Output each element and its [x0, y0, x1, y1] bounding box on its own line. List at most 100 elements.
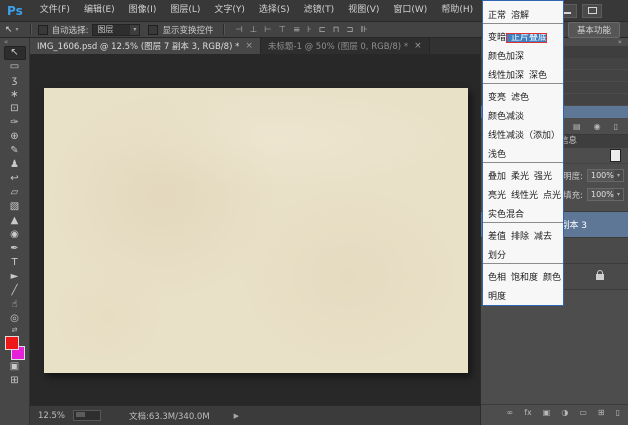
align-icon-4[interactable]: ≡: [293, 25, 300, 35]
menu-item-4[interactable]: 文字(Y): [207, 0, 252, 21]
menu-item-6[interactable]: 滤镜(T): [297, 0, 342, 21]
fill-dropdown-icon[interactable]: ▾: [614, 189, 623, 200]
quick-mask-button[interactable]: ▣: [4, 360, 26, 374]
blend-mode-item[interactable]: 线性减淡（添加）: [483, 131, 560, 141]
menu-item-9[interactable]: 帮助(H): [434, 0, 480, 21]
auto-select-dropdown[interactable]: 图层 ▾: [92, 24, 140, 36]
eyedropper-tool[interactable]: ✑: [4, 116, 26, 130]
tool-preset-caret-icon[interactable]: ▾: [16, 26, 19, 33]
blend-mode-item[interactable]: 线性光: [506, 191, 538, 201]
align-icon-1[interactable]: ⊥: [250, 25, 257, 35]
screen-mode-button[interactable]: ⊞: [4, 374, 26, 388]
blend-mode-item[interactable]: 溶解: [506, 11, 529, 21]
menu-item-3[interactable]: 图层(L): [163, 0, 207, 21]
line-tool[interactable]: ╱: [4, 284, 26, 298]
blend-mode-item[interactable]: 减去: [529, 232, 552, 242]
blend-mode-item[interactable]: 滤色: [506, 93, 529, 103]
menu-item-1[interactable]: 编辑(E): [77, 0, 122, 21]
blend-mode-item[interactable]: 变暗: [483, 33, 506, 43]
blend-mode-item[interactable]: 叠加: [483, 172, 506, 182]
blend-mode-item[interactable]: 正常: [483, 11, 506, 21]
menu-item-5[interactable]: 选择(S): [252, 0, 297, 21]
align-icon-5[interactable]: ⊦: [307, 25, 311, 35]
tools-collapse-icon[interactable]: «: [0, 38, 8, 46]
document-tab-inactive[interactable]: 未标题-1 @ 50% (图层 0, RGB/8) * ×: [261, 38, 430, 54]
blend-mode-item[interactable]: 亮光: [483, 191, 506, 201]
align-icon-9[interactable]: ⊪: [361, 25, 368, 35]
layer-style-icon[interactable]: fx: [524, 408, 532, 417]
blend-mode-item[interactable]: 颜色减淡: [483, 112, 524, 122]
restore-button[interactable]: [582, 4, 602, 18]
opacity-input[interactable]: 100% ▾: [587, 169, 624, 182]
auto-select-checkbox[interactable]: [38, 25, 48, 35]
align-icon-6[interactable]: ⊏: [319, 25, 326, 35]
healing-brush-tool[interactable]: ⊕: [4, 130, 26, 144]
blend-mode-item[interactable]: 变亮: [483, 93, 506, 103]
status-options-arrow-icon[interactable]: ▶: [234, 412, 239, 420]
zoom-level-field[interactable]: 12.5%: [38, 411, 65, 421]
blend-mode-item[interactable]: 颜色: [538, 273, 561, 283]
align-icon-2[interactable]: ⊢: [264, 25, 271, 35]
blend-mode-item[interactable]: 线性加深: [483, 71, 524, 81]
blend-mode-item[interactable]: 饱和度: [506, 273, 538, 283]
blend-mode-item[interactable]: 正片叠底: [506, 33, 547, 43]
close-tab-icon[interactable]: ×: [414, 41, 422, 51]
pen-tool[interactable]: ✒: [4, 242, 26, 256]
blend-mode-item[interactable]: 浅色: [483, 150, 506, 160]
swap-colors-icon[interactable]: ⇄: [12, 326, 18, 335]
gradient-tool[interactable]: ▧: [4, 200, 26, 214]
eraser-tool[interactable]: ▱: [4, 186, 26, 200]
brush-tool[interactable]: ✎: [4, 144, 26, 158]
blend-mode-item[interactable]: 强光: [529, 172, 552, 182]
blend-mode-item[interactable]: 划分: [483, 251, 506, 261]
lasso-tool[interactable]: ʒ: [4, 74, 26, 88]
filter-toggle-swatch[interactable]: [610, 149, 621, 162]
fill-input[interactable]: 100% ▾: [587, 188, 624, 201]
blend-mode-item[interactable]: 点光: [538, 191, 561, 201]
new-adjustment-layer-icon[interactable]: ◑: [561, 408, 568, 417]
menu-item-8[interactable]: 窗口(W): [386, 0, 434, 21]
align-icon-0[interactable]: ⊣: [235, 25, 242, 35]
opacity-dropdown-icon[interactable]: ▾: [614, 170, 623, 181]
link-layers-icon[interactable]: ∞: [507, 408, 514, 417]
scrollbar-thumb[interactable]: [76, 412, 85, 417]
show-transform-checkbox[interactable]: [148, 25, 158, 35]
hand-tool[interactable]: ☝: [4, 298, 26, 312]
delete-layer-icon[interactable]: ▯: [616, 408, 620, 417]
align-icon-8[interactable]: ⊐: [346, 25, 353, 35]
quick-selection-tool[interactable]: ∗: [4, 88, 26, 102]
blend-mode-item[interactable]: 差值: [483, 232, 506, 242]
layer-group-icon[interactable]: ▭: [579, 408, 587, 417]
clone-stamp-tool[interactable]: ♟: [4, 158, 26, 172]
align-icon-7[interactable]: ⊓: [333, 25, 340, 35]
align-icon-3[interactable]: ⊤: [279, 25, 286, 35]
path-selection-tool[interactable]: ►: [4, 270, 26, 284]
menu-item-7[interactable]: 视图(V): [341, 0, 386, 21]
rectangular-marquee-tool[interactable]: ▭: [4, 60, 26, 74]
move-tool[interactable]: ↖: [4, 46, 26, 60]
layer-mask-icon[interactable]: ▣: [543, 408, 551, 417]
menu-item-2[interactable]: 图像(I): [122, 0, 164, 21]
foreground-color-swatch[interactable]: [5, 336, 19, 350]
type-tool[interactable]: T: [4, 256, 26, 270]
status-scrollbar[interactable]: [73, 410, 101, 421]
blend-mode-item[interactable]: 排除: [506, 232, 529, 242]
zoom-tool[interactable]: ◎: [4, 312, 26, 326]
blur-tool[interactable]: ▲: [4, 214, 26, 228]
close-tab-icon[interactable]: ×: [245, 41, 253, 51]
document-tab-active[interactable]: IMG_1606.psd @ 12.5% (图层 7 副本 3, RGB/8) …: [30, 38, 261, 54]
delete-state-icon[interactable]: ▯: [614, 122, 618, 131]
new-snapshot-icon[interactable]: ◉: [594, 122, 601, 131]
blend-mode-item[interactable]: 明度: [483, 292, 506, 302]
dodge-tool[interactable]: ◉: [4, 228, 26, 242]
workspace-button[interactable]: 基本功能: [568, 22, 620, 38]
blend-mode-item[interactable]: 色相: [483, 273, 506, 283]
blend-mode-item[interactable]: 柔光: [506, 172, 529, 182]
history-brush-tool[interactable]: ↩: [4, 172, 26, 186]
blend-mode-item[interactable]: 实色混合: [483, 210, 524, 220]
new-document-from-state-icon[interactable]: ▤: [573, 122, 581, 131]
crop-tool[interactable]: ⊡: [4, 102, 26, 116]
blend-mode-item[interactable]: 颜色加深: [483, 52, 524, 62]
canvas-image[interactable]: [44, 88, 468, 373]
blend-mode-item[interactable]: 深色: [524, 71, 547, 81]
